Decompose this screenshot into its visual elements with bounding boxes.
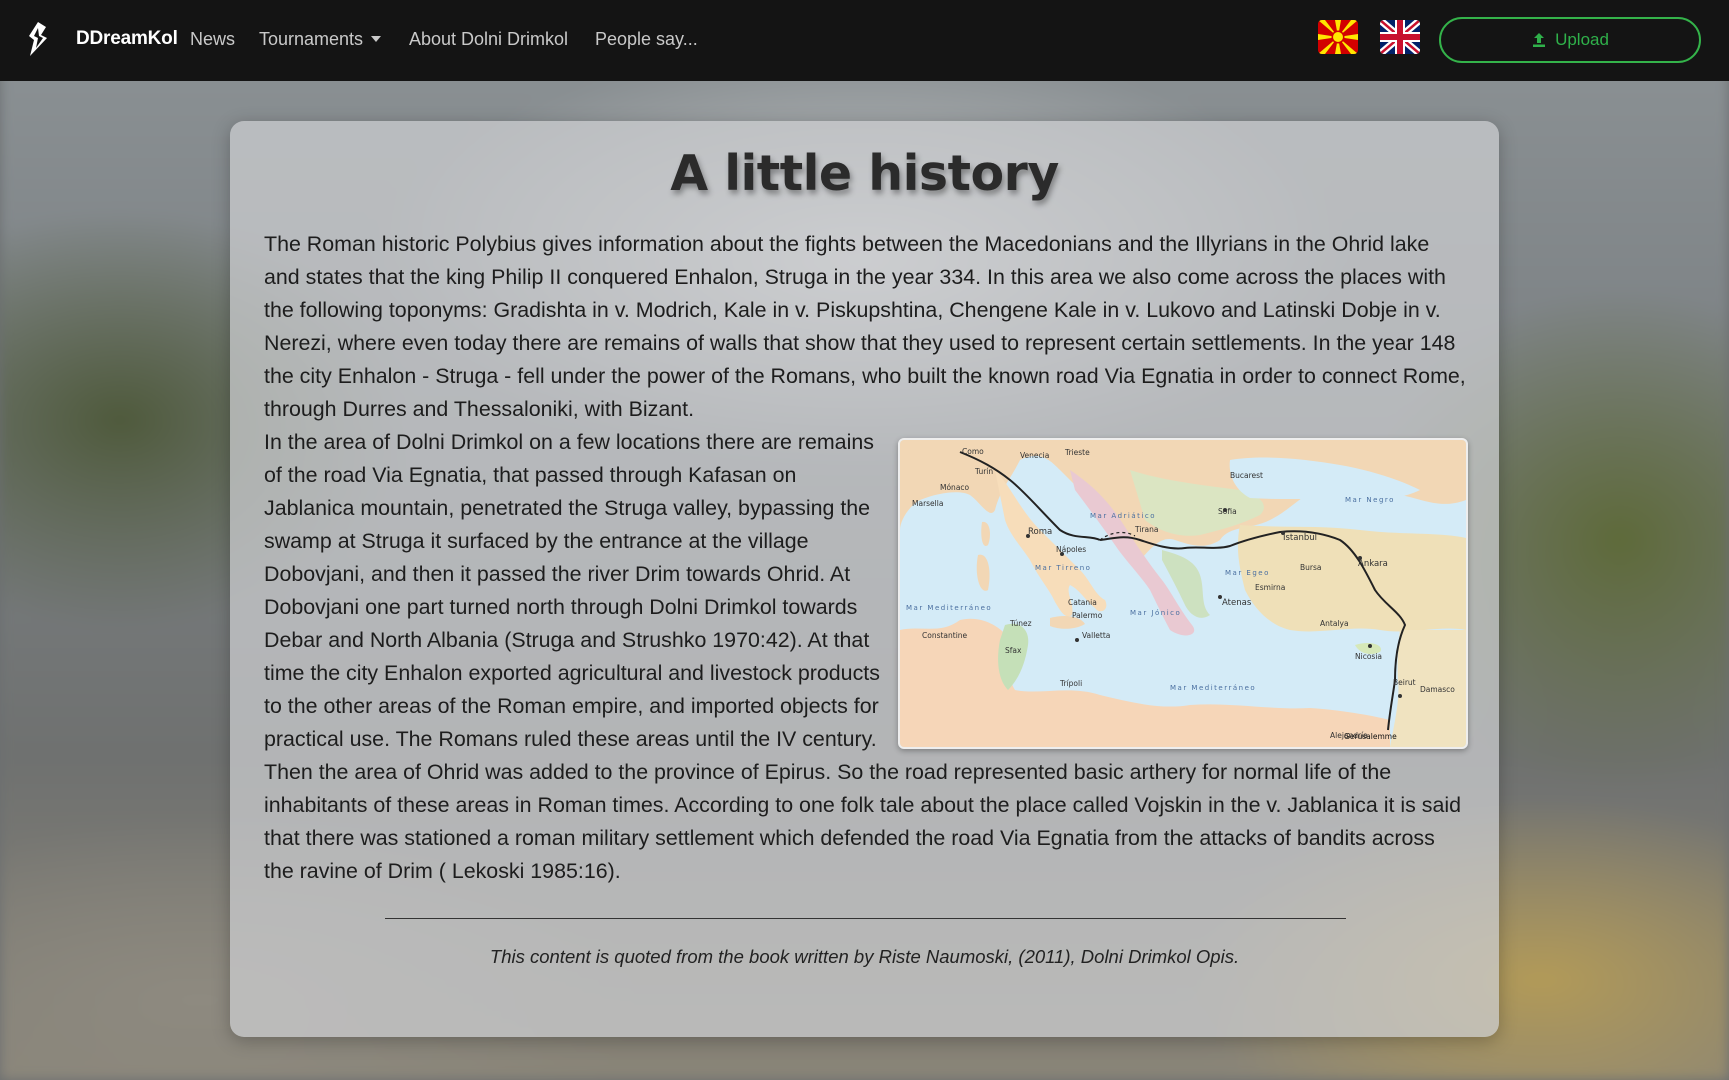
map-label-sea-4: Mar Tirreno: [1035, 564, 1091, 572]
nav-link-people-say[interactable]: People say...: [595, 29, 698, 50]
map-label-tripoli: Trípoli: [1059, 679, 1082, 688]
map-label-atenas: Atenas: [1222, 598, 1252, 608]
map-label-tunez: Túnez: [1009, 619, 1032, 628]
map-label-venice: Venecia: [1020, 451, 1049, 460]
map-label-istanbul: Istanbul: [1283, 533, 1317, 543]
map-label-bursa: Bursa: [1300, 563, 1322, 572]
map-label-tirana: Tirana: [1134, 525, 1158, 534]
map-label-esmirna: Esmirna: [1255, 583, 1285, 592]
source-quote: This content is quoted from the book wri…: [489, 946, 1240, 967]
map-label-sea-1: Mar Mediterráneo: [906, 604, 992, 612]
brand-name[interactable]: DDreamKol: [76, 28, 178, 50]
map-label-sea-2: Mar Mediterráneo: [1170, 684, 1256, 692]
article-body: The Roman historic Polybius gives inform…: [264, 228, 1470, 888]
upload-icon: [1533, 33, 1546, 47]
map-label-sea-6: Mar Adriático: [1090, 512, 1156, 520]
map-label-napoles: Nápoles: [1056, 545, 1086, 554]
map-label-palermo: Palermo: [1072, 611, 1103, 620]
map-label-constantine: Constantine: [922, 631, 968, 640]
nav-link-news[interactable]: News: [190, 29, 235, 50]
map-label-sea-7: Mar Egeo: [1225, 569, 1270, 577]
upload-button[interactable]: Upload: [1439, 17, 1701, 63]
nav-link-tournaments[interactable]: Tournaments: [259, 29, 382, 50]
map-label-monaco: Mónaco: [940, 483, 970, 492]
map-label-damasco: Damasco: [1420, 685, 1455, 694]
upload-button-label: Upload: [1555, 30, 1609, 49]
uk-flag-icon[interactable]: [1380, 20, 1420, 54]
map-label-turin: Turín: [974, 467, 993, 476]
flame-logo-icon[interactable]: [26, 22, 50, 56]
history-card: A little history The Roman historic Poly…: [230, 121, 1499, 1037]
map-label-marseille: Marsella: [912, 499, 943, 508]
map-label-bucarest: Bucarest: [1230, 471, 1263, 480]
map-label-sea-5: Mar Jónico: [1130, 609, 1181, 617]
map-label-como: Como: [962, 447, 984, 456]
map-label-beirut: Beirut: [1393, 678, 1416, 687]
macedonia-flag-icon[interactable]: [1318, 20, 1358, 54]
map-label-catania: Catania: [1068, 598, 1097, 607]
map-label-antalya: Antalya: [1320, 619, 1349, 628]
map-label-sfax: Sfax: [1005, 646, 1022, 655]
nav-link-about[interactable]: About Dolni Drimkol: [409, 29, 568, 50]
map-label-sea-3: Mar Negro: [1345, 496, 1395, 504]
chevron-down-icon: [371, 36, 382, 42]
divider: [385, 918, 1346, 919]
map-label-valletta: Valletta: [1082, 631, 1110, 640]
map-label-roma: Roma: [1028, 527, 1052, 537]
history-paragraph-1: The Roman historic Polybius gives inform…: [264, 232, 1466, 421]
nav-link-tournaments-label: Tournaments: [259, 29, 364, 49]
top-navbar: DDreamKol News Tournaments About Dolni D…: [0, 0, 1729, 81]
map-label-gerusalemme: Gerusalemme: [1344, 732, 1397, 741]
page-title: A little history: [670, 145, 1059, 202]
via-egnatia-map: Como Mónaco Marsella Turín Venecia Tries…: [898, 438, 1468, 749]
map-label-nicosia: Nicosia: [1355, 652, 1382, 661]
map-label-trieste: Trieste: [1064, 448, 1090, 457]
map-label-ankara: Ankara: [1358, 559, 1388, 569]
map-label-sofia: Sofia: [1218, 507, 1237, 516]
